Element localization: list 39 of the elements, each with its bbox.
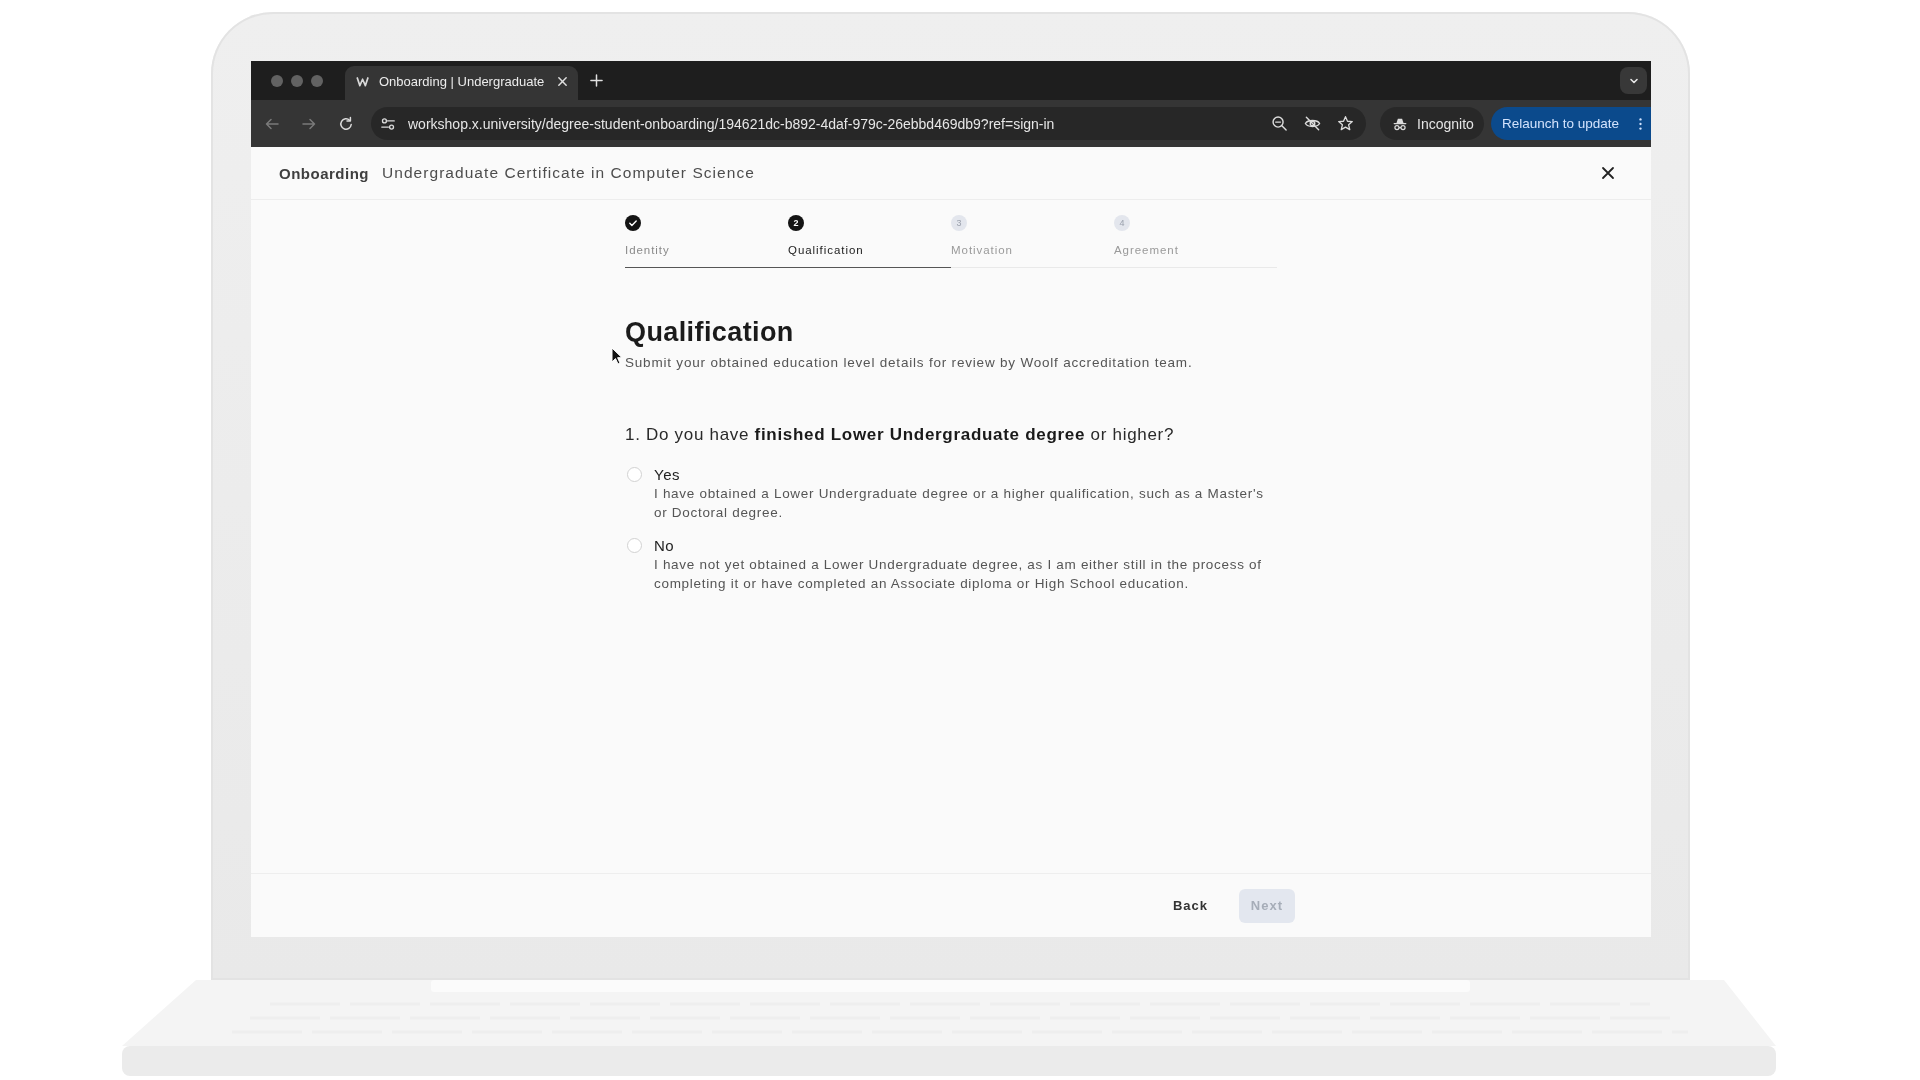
relaunch-button[interactable]: Relaunch to update (1491, 107, 1651, 140)
browser-tab[interactable]: Onboarding | Undergraduate (345, 66, 578, 100)
step-label: Qualification (788, 243, 864, 257)
site-settings-icon[interactable] (380, 115, 396, 132)
step-number: 3 (951, 215, 967, 231)
window-control-icon[interactable] (291, 74, 303, 87)
eye-slash-icon[interactable] (1304, 115, 1321, 132)
close-icon[interactable] (557, 76, 568, 87)
window-control-icon[interactable] (271, 74, 283, 87)
radio-button[interactable] (627, 538, 642, 553)
program-title: Undergraduate Certificate in Computer Science (382, 164, 755, 182)
step-label: Identity (625, 243, 670, 257)
reload-icon[interactable] (338, 115, 354, 132)
new-tab-icon[interactable] (590, 74, 603, 87)
page-subtitle: Submit your obtained education level details for review by Woolf accreditation team. (625, 355, 1194, 371)
zoom-out-icon[interactable] (1271, 115, 1288, 132)
option-label: No (654, 537, 676, 555)
incognito-button[interactable]: Incognito (1380, 107, 1484, 140)
option-description: I have not yet obtained a Lower Undergraduate degree, as I am either still in the process of completing it or have completed an Associate diploma or High School education. (654, 556, 1263, 593)
logo-icon (356, 76, 371, 87)
step-number: 2 (788, 215, 804, 231)
back-button[interactable]: Back (1160, 889, 1220, 922)
step-label: Motivation (951, 243, 1013, 257)
step-number: 4 (1114, 215, 1130, 231)
radio-button[interactable] (627, 467, 642, 482)
star-icon[interactable] (1337, 115, 1354, 132)
url-text: workshop.x.university/degree-student-onboarding/194621dc-b892-4daf-979c-26ebbd469db9?ref=sign-in (408, 115, 1056, 132)
option-description: I have obtained a Lower Undergraduate degree or a higher qualification, such as a Master's or Doctoral degree. (654, 485, 1265, 522)
page-title: Qualification (625, 317, 795, 347)
window-control-icon[interactable] (311, 74, 323, 87)
pointer-icon (611, 347, 623, 365)
step-label: Agreement (1114, 243, 1179, 257)
close-button[interactable] (1601, 166, 1615, 180)
close-icon (1601, 166, 1615, 180)
question-text: 1. Do you have finished Lower Undergraduate degree or higher? (625, 424, 1176, 446)
kebab-menu-icon (1638, 116, 1643, 131)
address-bar[interactable]: workshop.x.university/degree-student-onboarding/194621dc-b892-4daf-979c-26ebbd469db9?ref=sign-in (371, 107, 1366, 140)
option-label: Yes (654, 466, 681, 484)
section-title: Onboarding (279, 164, 369, 182)
